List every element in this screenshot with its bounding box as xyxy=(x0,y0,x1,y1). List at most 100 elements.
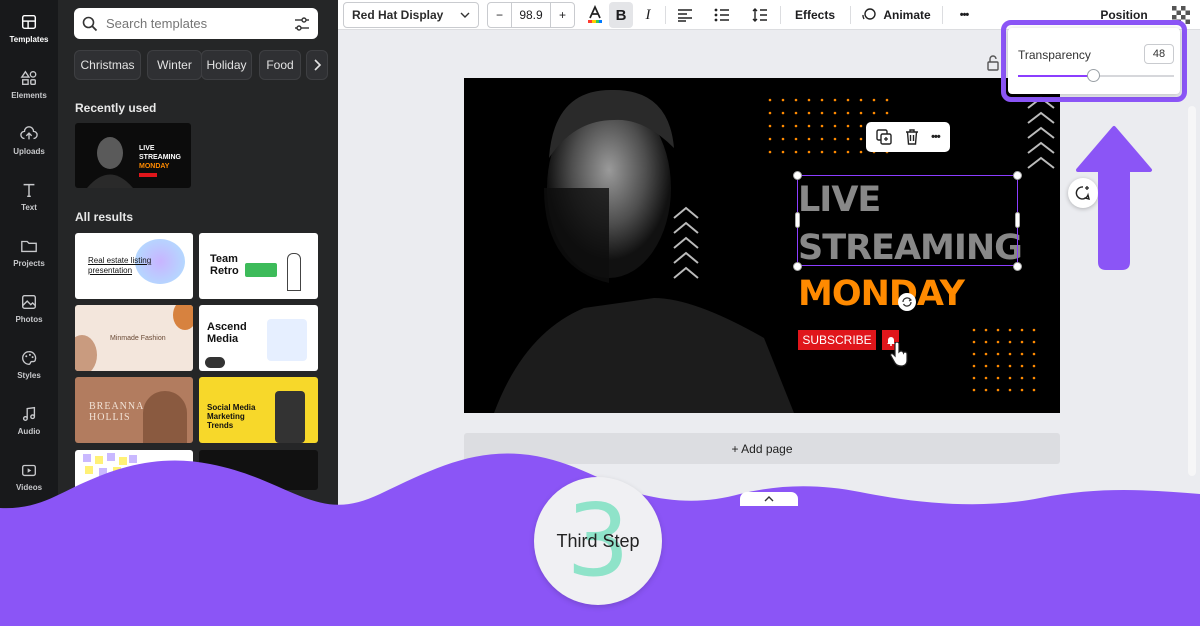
resize-handle[interactable] xyxy=(1013,171,1022,180)
scrollbar-thumb[interactable] xyxy=(1188,106,1196,476)
effects-button[interactable]: Effects xyxy=(788,2,842,28)
list-button[interactable] xyxy=(710,2,734,28)
dot xyxy=(807,111,811,115)
dot xyxy=(1032,328,1036,332)
design-page[interactable]: LIVE STREAMING MONDAY SUBSCRIBE xyxy=(464,78,1060,413)
dot xyxy=(972,364,976,368)
rotate-handle[interactable] xyxy=(898,293,916,311)
decrease-font-button[interactable]: − xyxy=(488,3,512,27)
side-handle-right[interactable] xyxy=(1015,212,1020,228)
dot xyxy=(984,352,988,356)
headline-monday[interactable]: MONDAY xyxy=(798,274,965,314)
rail-item-photos[interactable]: Photos xyxy=(0,280,58,336)
dot xyxy=(846,124,850,128)
dot xyxy=(1008,376,1012,380)
dot xyxy=(996,328,1000,332)
rail-item-styles[interactable]: Styles xyxy=(0,336,58,392)
template-thumb-team-retro[interactable]: Team Retro xyxy=(199,233,318,299)
rail-item-templates[interactable]: Templates xyxy=(0,0,58,56)
dot xyxy=(833,124,837,128)
rail-item-text[interactable]: Text xyxy=(0,168,58,224)
dot xyxy=(807,150,811,154)
dot xyxy=(859,111,863,115)
bold-button[interactable]: B xyxy=(609,2,633,28)
chevron-decoration-left xyxy=(673,206,699,279)
more-options-button[interactable]: ••• xyxy=(950,2,978,28)
filter-icon[interactable] xyxy=(294,16,310,32)
chips-next-button[interactable] xyxy=(306,50,328,80)
duplicate-icon[interactable] xyxy=(876,129,892,145)
text-icon xyxy=(23,183,35,197)
dot xyxy=(1032,388,1036,392)
template-thumb-real-estate[interactable]: Real estate listing presentation xyxy=(75,233,193,299)
spacing-button[interactable] xyxy=(748,2,772,28)
dot xyxy=(1008,364,1012,368)
template-thumb-ascend-media[interactable]: Ascend Media xyxy=(199,305,318,371)
template-title: BREANNA HOLLIS xyxy=(89,401,144,423)
show-pages-button[interactable] xyxy=(740,492,798,506)
chevron-right-icon xyxy=(314,59,322,71)
element-more-button[interactable]: ••• xyxy=(931,131,941,143)
dot xyxy=(794,150,798,154)
transparency-popover: Transparency 48 xyxy=(1008,28,1180,94)
dot xyxy=(807,124,811,128)
chip-christmas[interactable]: Christmas xyxy=(74,50,141,80)
vertical-scrollbar[interactable] xyxy=(1186,96,1198,488)
rail-item-projects[interactable]: Projects xyxy=(0,224,58,280)
dot xyxy=(1020,388,1024,392)
dot xyxy=(1020,376,1024,380)
align-button[interactable] xyxy=(673,2,697,28)
template-thumb-social-media[interactable]: Social Media Marketing Trends xyxy=(199,377,318,443)
chevron-down-icon xyxy=(460,12,470,18)
dot xyxy=(768,150,772,154)
rail-item-elements[interactable]: Elements xyxy=(0,56,58,112)
increase-font-button[interactable]: + xyxy=(550,3,574,27)
resize-handle[interactable] xyxy=(1013,262,1022,271)
rotate-icon xyxy=(902,297,913,307)
animate-button[interactable]: Animate xyxy=(858,2,934,28)
rail-label: Uploads xyxy=(13,146,45,156)
font-size-stepper[interactable]: − 98.9 + xyxy=(487,2,575,28)
dot xyxy=(972,340,976,344)
dot xyxy=(885,111,889,115)
chip-food[interactable]: Food xyxy=(259,50,301,80)
dot xyxy=(1020,364,1024,368)
dot xyxy=(768,124,772,128)
dot xyxy=(984,340,988,344)
trash-icon[interactable] xyxy=(905,129,919,145)
dot xyxy=(996,364,1000,368)
font-size-value[interactable]: 98.9 xyxy=(512,8,550,22)
dot xyxy=(820,137,824,141)
font-family-dropdown[interactable]: Red Hat Display xyxy=(343,2,479,28)
dot xyxy=(833,150,837,154)
font-family-value: Red Hat Display xyxy=(352,8,444,22)
dot xyxy=(781,111,785,115)
dot xyxy=(972,388,976,392)
template-title: Team Retro xyxy=(210,253,239,277)
template-thumb-breanna-hollis[interactable]: BREANNA HOLLIS xyxy=(75,377,193,443)
resize-handle[interactable] xyxy=(793,171,802,180)
chip-holiday[interactable]: Holiday xyxy=(201,50,252,80)
lock-icon[interactable] xyxy=(986,55,1000,71)
align-left-icon xyxy=(678,9,692,22)
transparency-slider-track[interactable] xyxy=(1018,69,1174,82)
side-handle-left[interactable] xyxy=(795,212,800,228)
subscribe-badge[interactable]: SUBSCRIBE xyxy=(798,330,876,350)
dot xyxy=(859,124,863,128)
template-thumb-minmade-fashion[interactable]: Minmade Fashion xyxy=(75,305,193,371)
chip-winter[interactable]: Winter xyxy=(147,50,202,80)
transparency-value-input[interactable]: 48 xyxy=(1144,44,1174,64)
search-bar[interactable] xyxy=(74,8,318,39)
transparency-slider-thumb[interactable] xyxy=(1086,69,1100,82)
text-color-button[interactable] xyxy=(583,2,607,28)
chevron-up-icon xyxy=(764,496,774,502)
resize-handle[interactable] xyxy=(793,262,802,271)
dot xyxy=(972,328,976,332)
search-input[interactable] xyxy=(106,16,294,31)
rail-label: Audio xyxy=(17,426,41,436)
italic-button[interactable]: I xyxy=(637,2,659,28)
rail-item-uploads[interactable]: Uploads xyxy=(0,112,58,168)
recent-template-thumb[interactable]: LIVE STREAMING MONDAY xyxy=(75,123,191,188)
rail-label: Templates xyxy=(9,34,49,44)
spacing-icon xyxy=(752,8,767,22)
